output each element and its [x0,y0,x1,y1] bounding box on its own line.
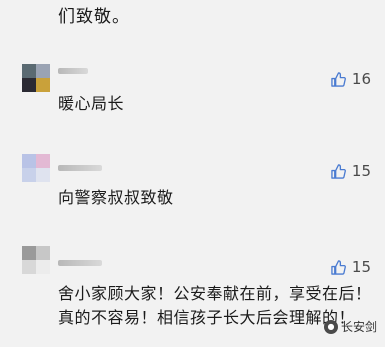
thumbs-up-icon [331,163,346,179]
comment-text: 向警察叔叔致敬 [58,188,174,207]
brand-logo-icon: ● [323,319,338,334]
avatar[interactable] [22,64,50,92]
avatar[interactable] [22,246,50,274]
thumbs-up-icon [331,259,346,275]
avatar[interactable] [22,154,50,182]
previous-comment-tail: 们致敬。 [58,7,130,27]
username-blurred[interactable] [58,68,88,74]
like-count: 15 [351,162,371,180]
watermark: ● 长安剑 [323,318,377,335]
comment-text-line: 舍小家顾大家！公安奉献在前，享受在后！ [58,284,372,303]
username-blurred[interactable] [58,165,102,171]
like-button[interactable]: 16 [331,70,371,88]
like-button[interactable]: 15 [331,162,371,180]
like-count: 16 [351,70,371,88]
username-blurred[interactable] [58,260,102,266]
comment-text: 暖心局长 [58,94,125,113]
watermark-text: 长安剑 [340,320,377,334]
like-count: 15 [351,258,371,276]
like-button[interactable]: 15 [331,258,371,276]
thumbs-up-icon [331,71,346,87]
